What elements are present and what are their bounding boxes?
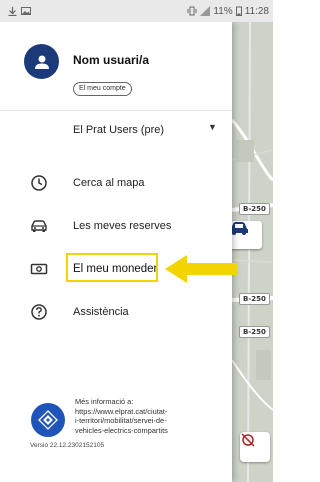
more-info-text: Més informació a: https://www.elprat.cat… <box>75 397 225 435</box>
avatar[interactable] <box>24 44 59 79</box>
app-version: Versió 22.12.2302152105 <box>30 442 105 449</box>
clock-icon <box>31 175 47 191</box>
menu-item-assistance[interactable]: Assistència <box>0 297 232 327</box>
help-icon <box>31 304 47 320</box>
dropdown-caret-icon: ▼ <box>208 122 217 132</box>
menu-item-search-map[interactable]: Cerca al mapa <box>0 168 232 198</box>
organization-selected: El Prat Users (pre) <box>73 124 165 136</box>
location-off-button[interactable] <box>240 432 270 462</box>
menu-item-label: Les meves reserves <box>73 220 172 232</box>
more-info-link[interactable]: https://www.elprat.cat/ciutat- <box>75 407 225 417</box>
navigation-drawer: Nom usuari/a El meu compte El Prat Users… <box>0 22 232 482</box>
username: Nom usuari/a <box>73 53 150 67</box>
my-account-button[interactable]: El meu compte <box>73 82 132 96</box>
image-icon <box>21 7 31 15</box>
car-icon <box>31 220 47 232</box>
more-info-link[interactable]: vehicles-electrics-compartits <box>75 426 225 436</box>
more-info-link[interactable]: i-territori/mobilitat/servei-de- <box>75 416 225 426</box>
vehicle-marker[interactable] <box>228 221 262 249</box>
battery-icon <box>235 6 242 16</box>
road-label: B-250 <box>239 203 270 215</box>
el-prat-logo <box>31 403 65 437</box>
location-off-icon <box>241 433 255 447</box>
clock-time: 11:28 <box>244 5 269 17</box>
wallet-icon <box>30 263 48 275</box>
road-label: B-250 <box>239 326 270 338</box>
vibrate-icon <box>187 6 197 16</box>
menu-item-label: Cerca al mapa <box>73 177 145 189</box>
signal-icon <box>200 6 211 16</box>
menu-item-label: Assistència <box>73 306 129 318</box>
menu-item-my-reservations[interactable]: Les meves reserves <box>0 211 232 241</box>
pointer-arrow-icon <box>165 255 237 283</box>
highlight-box <box>66 253 158 282</box>
road-label: B-250 <box>239 293 270 305</box>
battery-percent: 11% <box>213 5 233 17</box>
organization-selector[interactable]: El Prat Users (pre) ▼ <box>0 116 232 146</box>
drawer-header: Nom usuari/a El meu compte <box>0 22 232 111</box>
user-icon <box>34 55 49 69</box>
city-emblem-icon <box>38 410 58 430</box>
download-icon <box>8 6 17 16</box>
more-info-line: Més informació a: <box>75 397 134 406</box>
status-bar: 11% 11:28 <box>0 0 273 22</box>
